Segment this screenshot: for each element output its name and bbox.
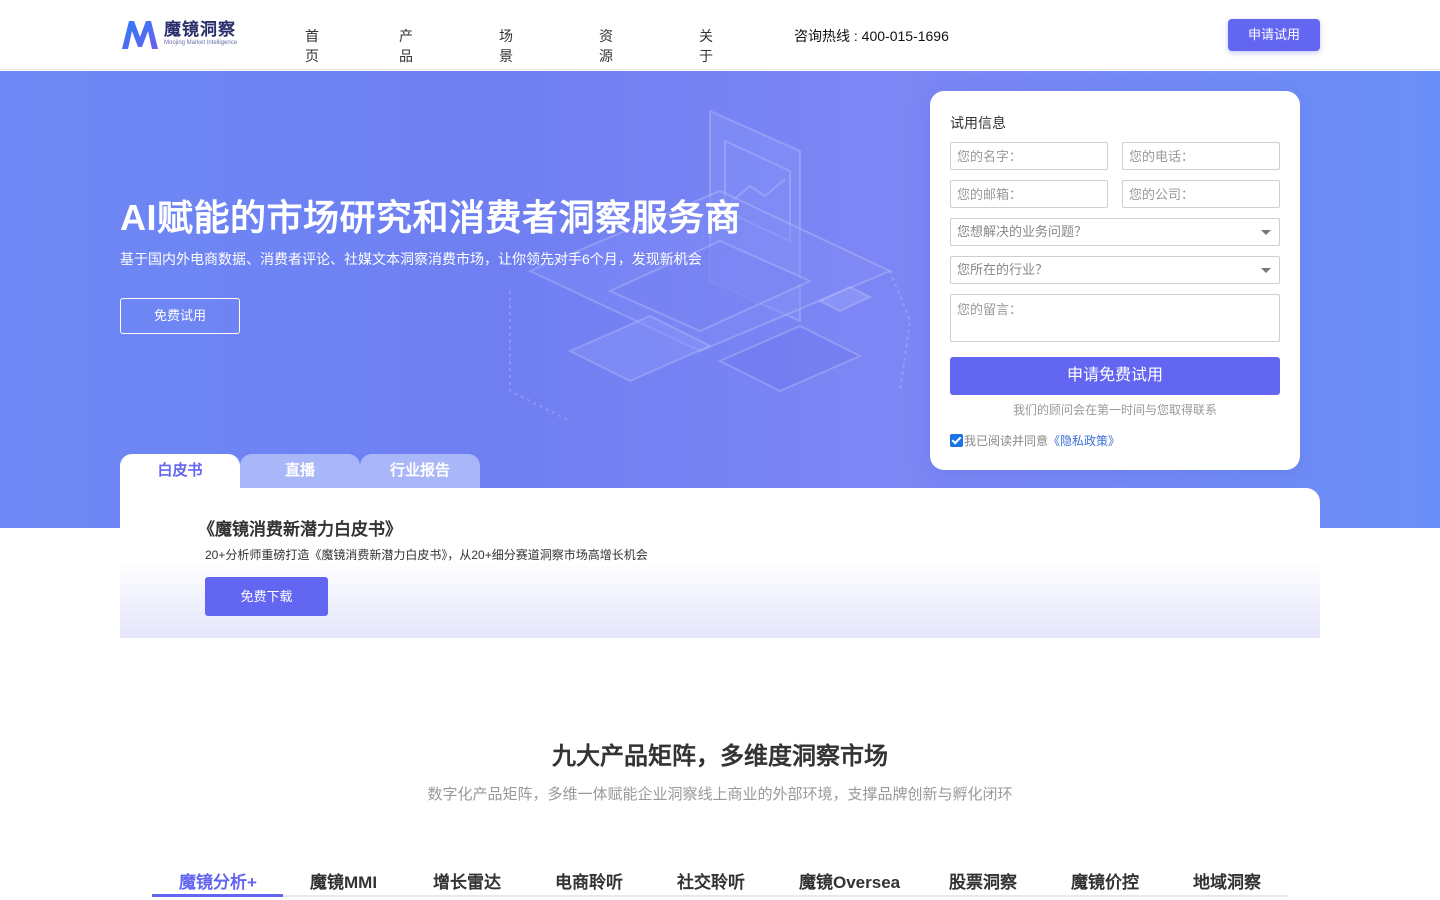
nav-resources[interactable]: 资源: [599, 26, 613, 66]
tab-industry-report[interactable]: 行业报告: [360, 454, 480, 490]
message-textarea[interactable]: [950, 294, 1280, 342]
name-input[interactable]: [950, 142, 1108, 170]
agree-text: 我已阅读并同意: [964, 434, 1049, 448]
product-tab-ecommerce-listening[interactable]: 电商聆听: [555, 868, 623, 893]
email-input[interactable]: [950, 180, 1108, 208]
industry-value: 您所在的行业？: [957, 262, 1049, 277]
free-trial-button[interactable]: 免费试用: [120, 298, 240, 334]
nav-products[interactable]: 产品: [399, 26, 413, 66]
apply-trial-button[interactable]: 申请试用: [1228, 19, 1320, 51]
product-tab-analysis-plus[interactable]: 魔镜分析+: [179, 868, 257, 893]
privacy-policy-link[interactable]: 《隐私政策》: [1048, 432, 1120, 449]
product-tab-social-listening[interactable]: 社交聆听: [677, 868, 745, 893]
panel-description: 20+分析师重磅打造《魔镜消费新潜力白皮书》，从20+细分赛道洞察市场高增长机会: [205, 548, 648, 562]
phone-input[interactable]: [1122, 142, 1280, 170]
logo-name: 魔镜洞察: [164, 20, 236, 39]
form-note: 我们的顾问会在第一时间与您取得联系: [1012, 403, 1217, 417]
product-tab-mmi[interactable]: 魔镜MMI: [310, 868, 377, 893]
product-tabs-divider: [152, 895, 1288, 897]
nav-home[interactable]: 首页: [305, 26, 319, 66]
tab-panel: 《魔镜消费新潜力白皮书》 20+分析师重磅打造《魔镜消费新潜力白皮书》，从20+…: [120, 488, 1320, 638]
business-question-select[interactable]: 您想解决的业务问题？: [950, 218, 1280, 246]
company-input[interactable]: [1122, 180, 1280, 208]
product-tab-price-control[interactable]: 魔镜价控: [1071, 868, 1139, 893]
products-title: 九大产品矩阵，多维度洞察市场: [552, 743, 888, 770]
tab-live[interactable]: 直播: [240, 454, 360, 490]
product-tab-regional-insight[interactable]: 地域洞察: [1193, 868, 1261, 893]
industry-select[interactable]: 您所在的行业？: [950, 256, 1280, 284]
form-title: 试用信息: [950, 115, 1006, 131]
products-subtitle: 数字化产品矩阵，多维一体赋能企业洞察线上商业的外部环境，支撑品牌创新与孵化闭环: [427, 786, 1013, 803]
logo-m-icon: [122, 21, 158, 49]
hero-title: AI赋能的市场研究和消费者洞察服务商: [120, 197, 742, 238]
nav-about[interactable]: 关于: [699, 26, 713, 66]
hotline: 咨询热线 : 400-015-1696: [794, 28, 949, 44]
business-question-value: 您想解决的业务问题？: [957, 224, 1088, 239]
panel-title: 《魔镜消费新潜力白皮书》: [198, 520, 402, 539]
agree-checkbox[interactable]: [950, 434, 963, 447]
agree-row: 我已阅读并同意 《隐私政策》: [950, 432, 1120, 449]
product-tab-growth-radar[interactable]: 增长雷达: [433, 868, 501, 893]
site-header: 魔镜洞察 Moojing Market Intelligence 首页 产品 场…: [0, 0, 1440, 70]
submit-trial-button[interactable]: 申请免费试用: [950, 357, 1280, 395]
trial-form: 试用信息 您想解决的业务问题？ 您所在的行业？ 申请免费试用 我们的顾问会在第一…: [930, 91, 1300, 470]
product-tab-stock-insight[interactable]: 股票洞察: [949, 868, 1017, 893]
hero-illustration-icon: [509, 109, 912, 422]
logo-tagline: Moojing Market Intelligence: [164, 40, 238, 46]
dropdown-arrow-icon: [1261, 230, 1271, 235]
tab-whitepaper[interactable]: 白皮书: [120, 454, 240, 490]
dropdown-arrow-icon: [1261, 268, 1271, 273]
active-tab-indicator: [152, 894, 283, 897]
free-download-button[interactable]: 免费下载: [205, 577, 328, 616]
logo[interactable]: 魔镜洞察 Moojing Market Intelligence: [120, 16, 240, 52]
nav-scenarios[interactable]: 场景: [499, 26, 513, 66]
hero-subtitle: 基于国内外电商数据、消费者评论、社媒文本洞察消费市场，让你领先对手6个月，发现新…: [120, 251, 702, 267]
product-tab-oversea[interactable]: 魔镜Oversea: [799, 868, 900, 893]
